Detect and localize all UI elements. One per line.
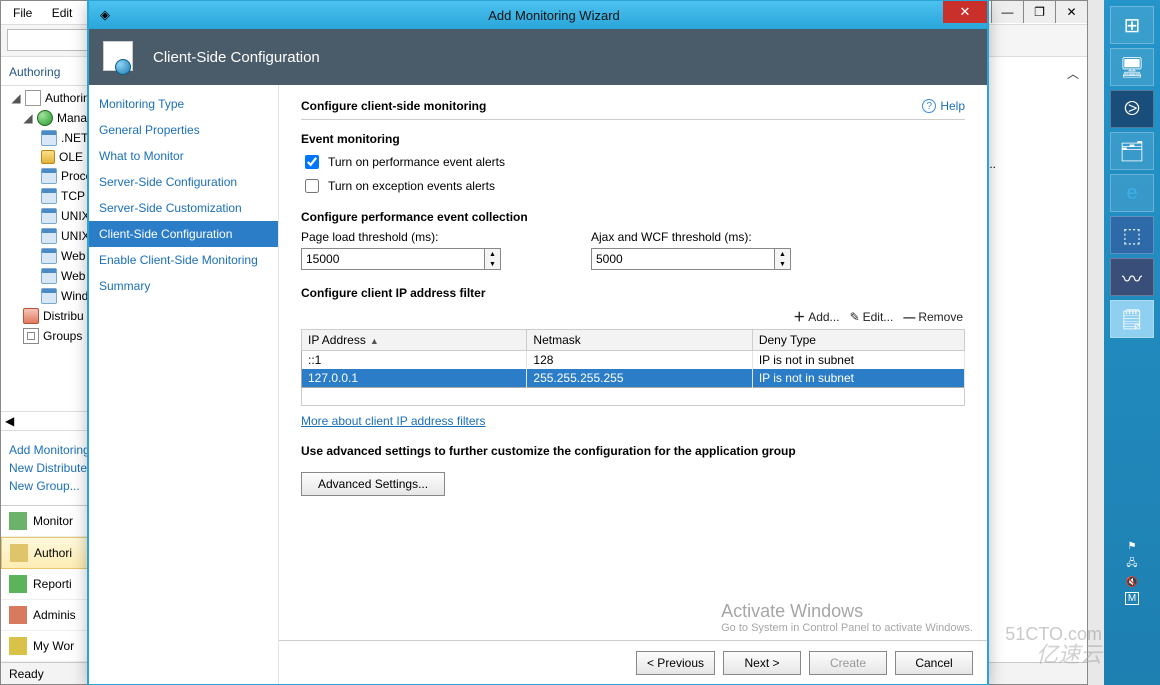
taskbar-app1-icon[interactable]: ⬚ <box>1110 216 1154 254</box>
wizard-close-button[interactable]: ✕ <box>943 1 987 23</box>
tree-scroll-left[interactable]: ◀ <box>5 414 14 428</box>
perf-collection-label: Configure performance event collection <box>301 210 965 224</box>
spin-down-icon[interactable]: ▼ <box>775 259 790 269</box>
taskbar-start-icon[interactable]: ⊞ <box>1110 6 1154 44</box>
taskbar-ie-icon[interactable]: e <box>1110 174 1154 212</box>
exception-alerts-label: Turn on exception events alerts <box>328 179 495 193</box>
remove-button[interactable]: —Remove <box>903 308 963 325</box>
tray-lang[interactable]: M <box>1125 592 1139 605</box>
add-monitoring-wizard: ◈ Add Monitoring Wizard ✕ Client-Side Co… <box>88 0 988 685</box>
wizard-header-icon <box>101 39 141 75</box>
nav-general-properties[interactable]: General Properties <box>89 117 278 143</box>
nav-enable-client[interactable]: Enable Client-Side Monitoring <box>89 247 278 273</box>
previous-button[interactable]: < Previous <box>636 651 715 675</box>
help-icon: ? <box>922 99 936 113</box>
wizard-titlebar[interactable]: ◈ Add Monitoring Wizard ✕ <box>89 1 987 29</box>
bg-title-buttons: — ❐ ✕ <box>991 1 1087 23</box>
nav-summary[interactable]: Summary <box>89 273 278 299</box>
page-load-spinner[interactable]: ▲▼ <box>301 248 501 270</box>
plus-icon: ＋ <box>793 308 805 325</box>
more-about-ip-filters-link[interactable]: More about client IP address filters <box>301 414 486 428</box>
collapse-icon[interactable]: ︿ <box>1067 65 1079 82</box>
help-link[interactable]: ?Help <box>922 99 965 113</box>
wizard-nav: Monitoring Type General Properties What … <box>89 85 279 684</box>
ip-filter-grid[interactable]: IP Address▲ Netmask Deny Type ::1 128 IP… <box>301 329 965 388</box>
perf-alerts-label: Turn on performance event alerts <box>328 155 505 169</box>
nav-server-config[interactable]: Server-Side Configuration <box>89 169 278 195</box>
grid-empty-row <box>301 388 965 406</box>
wizard-content: ?Help Configure client-side monitoring E… <box>279 85 987 684</box>
taskbar-perfmon-icon[interactable]: 〰 <box>1110 258 1154 296</box>
cancel-button[interactable]: Cancel <box>895 651 973 675</box>
spin-up-icon[interactable]: ▲ <box>485 249 500 259</box>
ajax-threshold-spinner[interactable]: ▲▼ <box>591 248 791 270</box>
wizard-title: Add Monitoring Wizard <box>121 8 987 23</box>
bg-close-button[interactable]: ✕ <box>1055 1 1087 23</box>
nav-server-custom[interactable]: Server-Side Customization <box>89 195 278 221</box>
menu-edit[interactable]: Edit <box>52 6 73 20</box>
col-netmask[interactable]: Netmask <box>527 330 752 351</box>
wizard-header: Client-Side Configuration <box>89 29 987 85</box>
content-title: Configure client-side monitoring <box>301 99 965 113</box>
taskbar: ⊞ 🖥 ⧁ 🗂 e ⬚ 〰 🗒 ⚑ 🖧 🔇 M <box>1104 0 1160 685</box>
ip-filter-label: Configure client IP address filter <box>301 286 965 300</box>
exception-alerts-checkbox[interactable] <box>305 179 319 193</box>
table-row[interactable]: ::1 128 IP is not in subnet <box>302 351 965 370</box>
minus-icon: — <box>903 310 915 324</box>
table-row[interactable]: 127.0.0.1 255.255.255.255 IP is not in s… <box>302 369 965 388</box>
taskbar-notepad-icon[interactable]: 🗒 <box>1110 300 1154 338</box>
taskbar-server-manager-icon[interactable]: 🖥 <box>1110 48 1154 86</box>
page-load-label: Page load threshold (ms): <box>301 230 501 244</box>
activate-windows-watermark: Activate Windows Go to System in Control… <box>721 601 973 634</box>
tray-flag-icon[interactable]: ⚑ <box>1128 541 1137 552</box>
pencil-icon: ✎ <box>850 310 860 324</box>
taskbar-explorer-icon[interactable]: 🗂 <box>1110 132 1154 170</box>
add-button[interactable]: ＋Add... <box>793 308 839 325</box>
nav-client-config[interactable]: Client-Side Configuration <box>89 221 278 247</box>
bg-maximize-button[interactable]: ❐ <box>1023 1 1055 23</box>
menu-file[interactable]: File <box>13 6 32 20</box>
create-button[interactable]: Create <box>809 651 887 675</box>
nav-what-to-monitor[interactable]: What to Monitor <box>89 143 278 169</box>
page-load-input[interactable] <box>302 249 484 269</box>
next-button[interactable]: Next > <box>723 651 801 675</box>
advanced-settings-button[interactable]: Advanced Settings... <box>301 472 445 496</box>
tray-network-icon[interactable]: 🖧 <box>1126 556 1137 573</box>
edit-button[interactable]: ✎Edit... <box>850 308 894 325</box>
wizard-footer: < Previous Next > Create Cancel <box>279 640 987 684</box>
tray: ⚑ 🖧 🔇 M <box>1104 541 1160 605</box>
tray-sound-icon[interactable]: 🔇 <box>1126 577 1138 588</box>
wizard-title-icon: ◈ <box>95 5 115 25</box>
bg-minimize-button[interactable]: — <box>991 1 1023 23</box>
perf-alerts-checkbox[interactable] <box>305 155 319 169</box>
event-monitoring-label: Event monitoring <box>301 132 965 146</box>
wizard-header-title: Client-Side Configuration <box>153 49 320 66</box>
nav-monitoring-type[interactable]: Monitoring Type <box>89 91 278 117</box>
taskbar-powershell-icon[interactable]: ⧁ <box>1110 90 1154 128</box>
ajax-threshold-label: Ajax and WCF threshold (ms): <box>591 230 791 244</box>
col-ip-address[interactable]: IP Address▲ <box>302 330 527 351</box>
advanced-settings-label: Use advanced settings to further customi… <box>301 444 965 458</box>
col-deny-type[interactable]: Deny Type <box>752 330 964 351</box>
spin-down-icon[interactable]: ▼ <box>485 259 500 269</box>
sort-asc-icon: ▲ <box>370 336 379 346</box>
ajax-threshold-input[interactable] <box>592 249 774 269</box>
spin-up-icon[interactable]: ▲ <box>775 249 790 259</box>
